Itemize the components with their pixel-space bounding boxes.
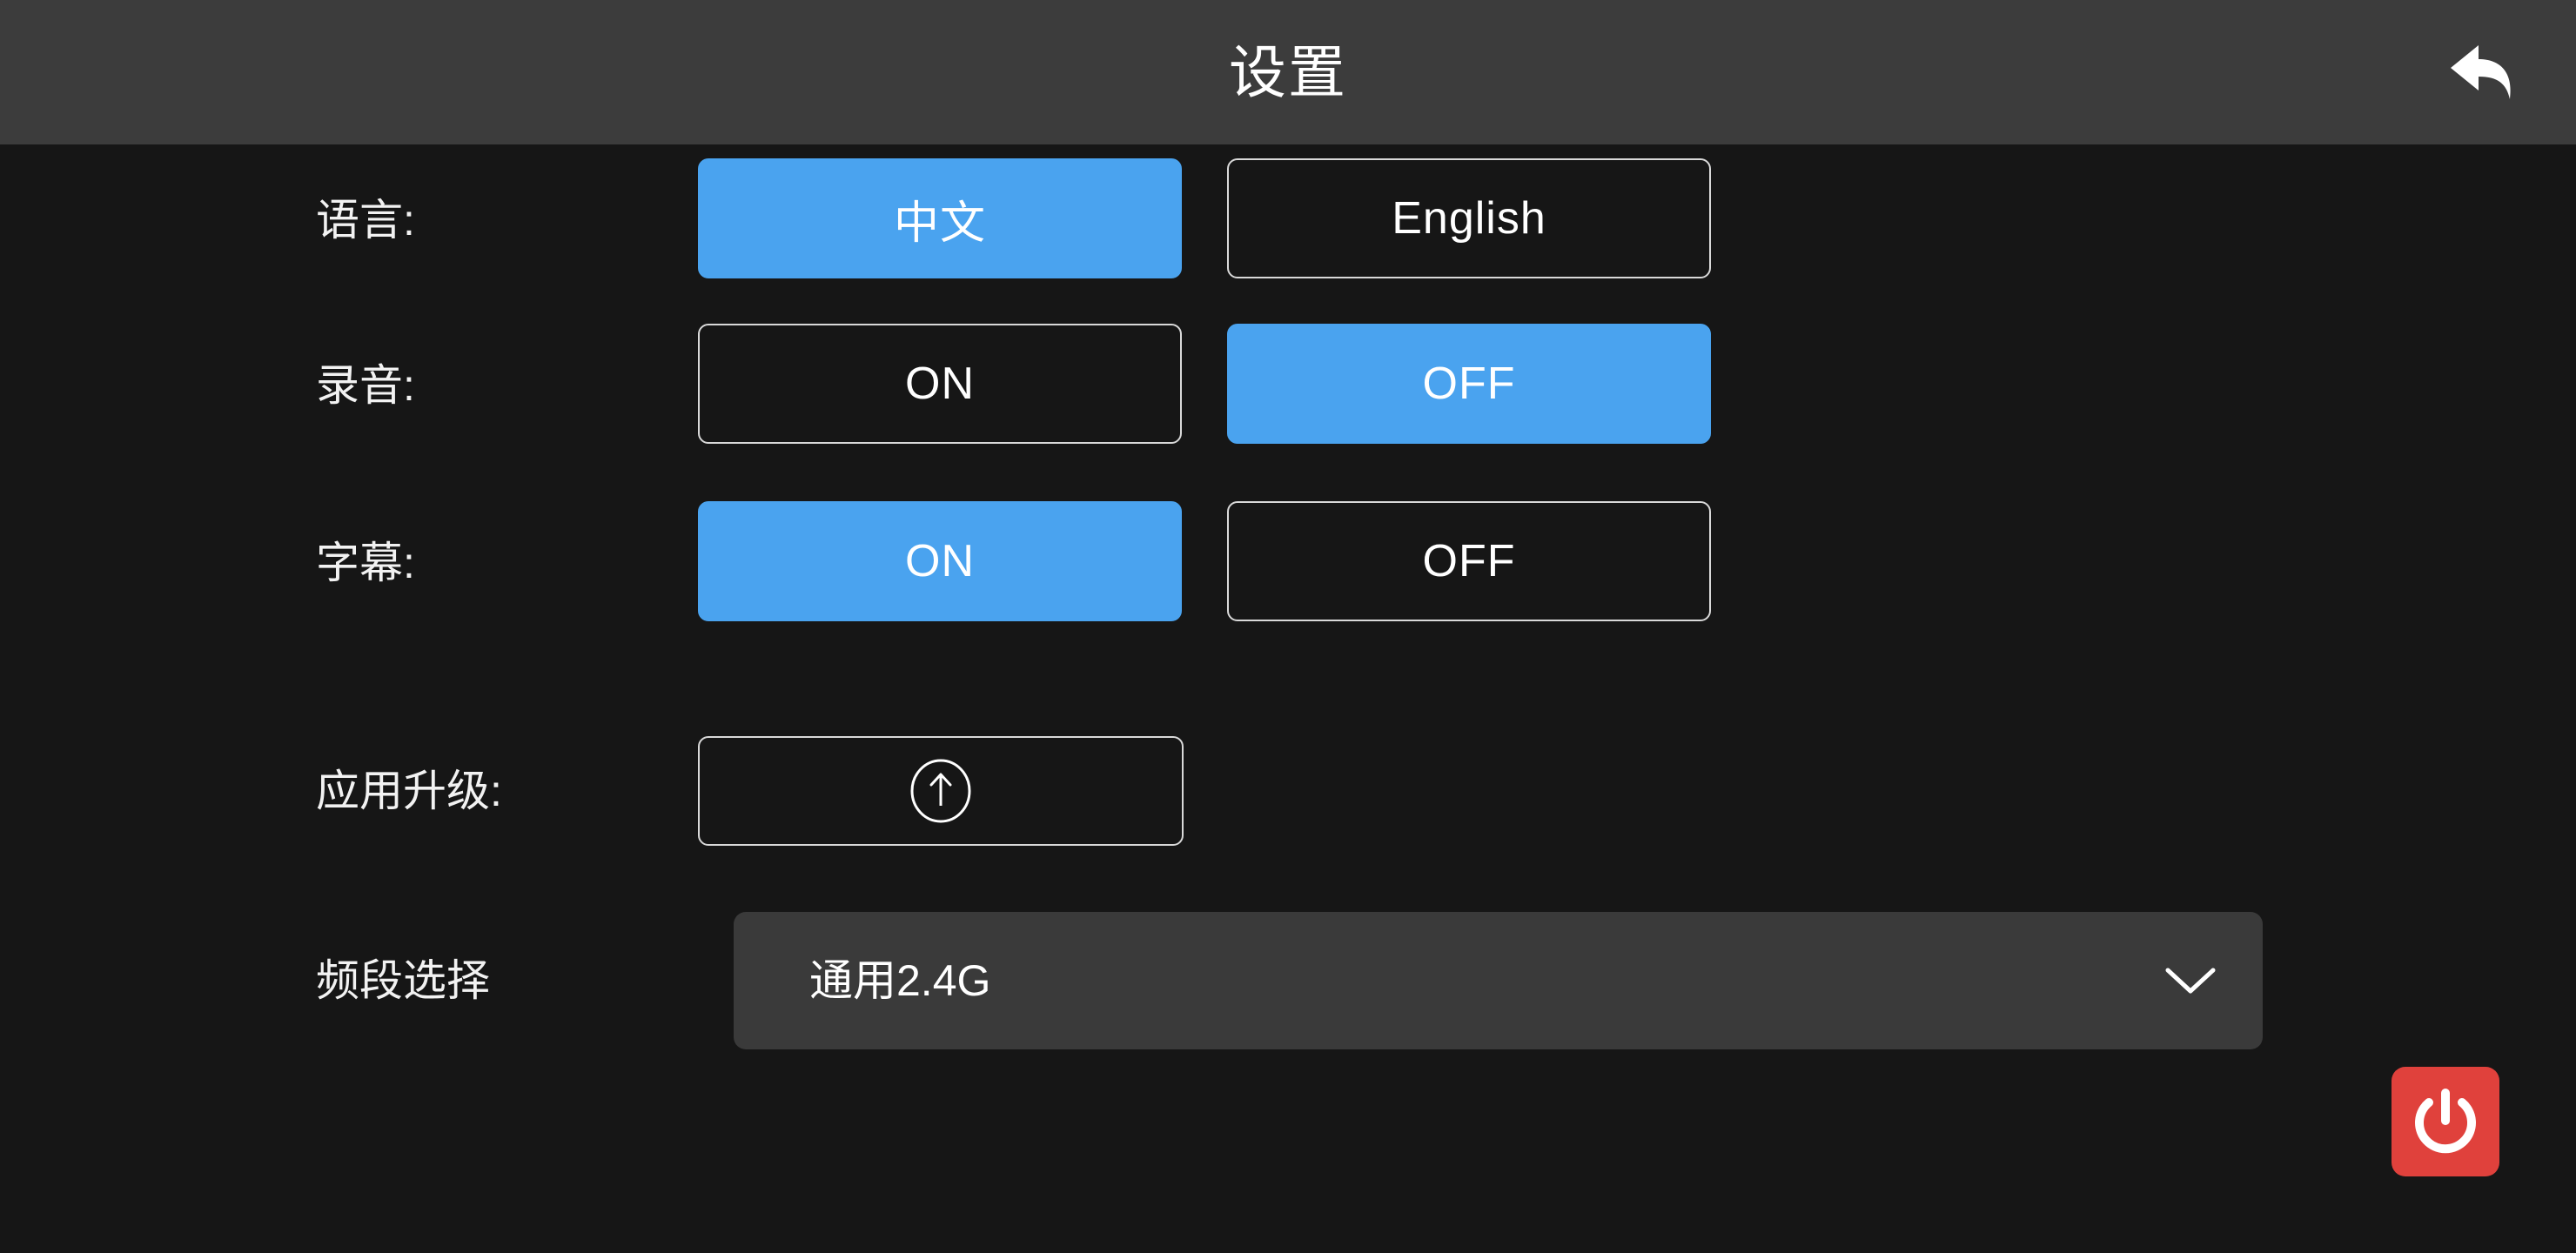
power-icon (2408, 1084, 2483, 1159)
page-title: 设置 (1229, 40, 1347, 104)
setting-row-app-upgrade: 应用升级: (0, 736, 2576, 846)
subtitle-option-on[interactable]: ON (698, 501, 1182, 621)
setting-row-language: 语言: 中文 English (0, 158, 2576, 278)
settings-content: 语言: 中文 English 录音: ON OFF 字幕: ON OFF 应用升… (0, 144, 2576, 1253)
language-label: 语言: (316, 196, 415, 245)
recording-option-on[interactable]: ON (698, 324, 1182, 444)
subtitle-option-off[interactable]: OFF (1227, 501, 1711, 621)
app-upgrade-button[interactable] (698, 736, 1184, 846)
back-button[interactable] (2425, 10, 2546, 132)
setting-row-subtitle: 字幕: ON OFF (0, 501, 2576, 621)
back-arrow-icon (2444, 30, 2527, 113)
app-header: 设置 (0, 0, 2576, 144)
language-option-english[interactable]: English (1227, 158, 1711, 278)
subtitle-label: 字幕: (316, 539, 415, 587)
band-selection-value: 通用2.4G (809, 956, 991, 1005)
circle-arrow-up-icon (909, 759, 973, 823)
chevron-down-icon[interactable] (2151, 912, 2230, 1049)
setting-row-recording: 录音: ON OFF (0, 324, 2576, 444)
recording-option-off[interactable]: OFF (1227, 324, 1711, 444)
language-option-chinese[interactable]: 中文 (698, 158, 1182, 278)
band-selection-dropdown[interactable]: 通用2.4G (734, 912, 2263, 1049)
band-selection-label: 频段选择 (316, 956, 490, 1005)
app-upgrade-label: 应用升级: (316, 767, 502, 815)
recording-label: 录音: (316, 361, 415, 410)
power-button[interactable] (2392, 1067, 2499, 1176)
setting-row-band-selection: 频段选择 通用2.4G (0, 912, 2576, 1049)
